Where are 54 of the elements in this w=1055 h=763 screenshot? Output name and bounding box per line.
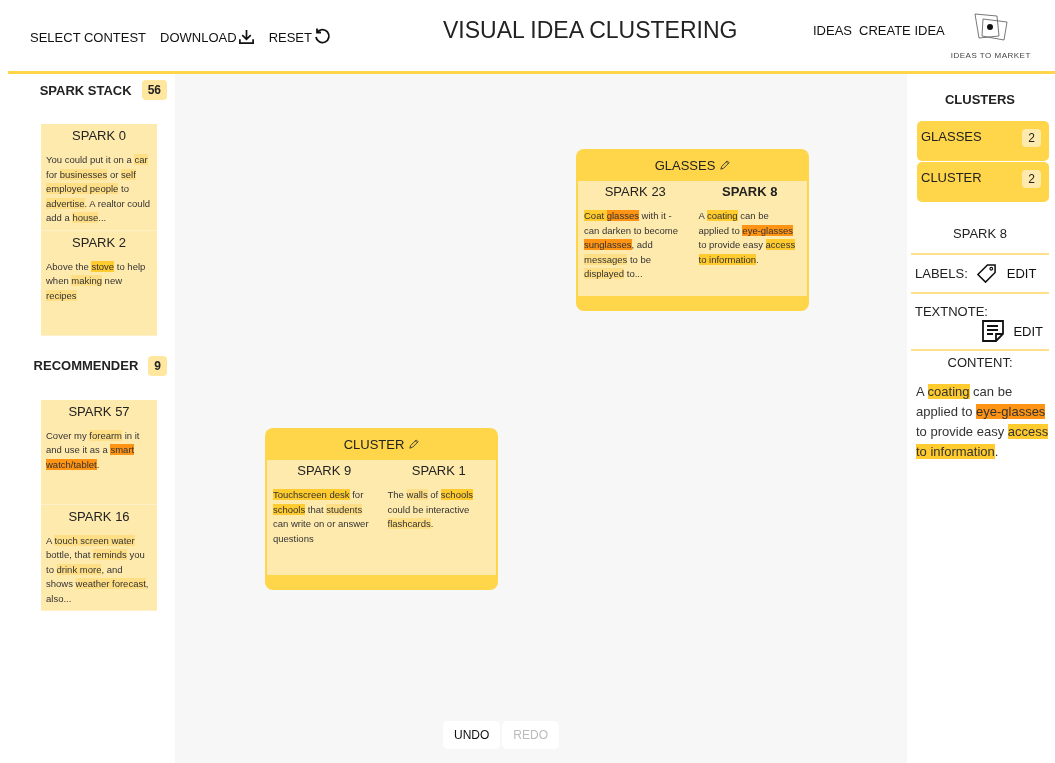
note-icon[interactable] <box>981 319 1006 343</box>
spark-text: A touch screen water bottle, that reminds you to drink more, and shows weather forecast, also... <box>46 533 150 606</box>
cluster-name: CLUSTER <box>921 170 982 185</box>
cluster-card[interactable]: CLUSTER SPARK 9 Touchscreen desk for schools that students can write on or answer questions SPARK 1 The walls of schools could be interactive flashcards. <box>265 428 498 590</box>
spark-text: Coat glasses with it - can darken to become sunglasses, add messages to be displayed to... <box>584 209 679 281</box>
logo-text: IDEAS TO MARKET <box>950 51 1031 60</box>
spark-title[interactable]: SPARK 9 <box>273 463 376 478</box>
tag-icon[interactable] <box>975 263 997 284</box>
spark-title[interactable]: SPARK 1 <box>387 463 490 478</box>
nav-link[interactable]: IDEAS <box>813 23 852 38</box>
section-title: CLUSTERS <box>943 92 1017 107</box>
count-badge: 56 <box>141 80 167 100</box>
section-title: RECOMMENDER <box>33 358 139 373</box>
spark-title: SPARK 0 <box>71 128 127 143</box>
cluster-name: GLASSES <box>654 157 716 173</box>
page-title: VISUAL IDEA CLUSTERING <box>443 17 739 44</box>
field-label: CONTENT: <box>946 355 1014 370</box>
count-badge: 9 <box>148 355 167 376</box>
field-label: TEXTNOTE: <box>915 304 989 319</box>
spark-card[interactable]: SPARK 16 A touch screen water bottle, that reminds you to drink more, and shows weather forecast, also... <box>41 504 157 611</box>
spark-text: Cover my forearm in it and use it as a smart watch/tablet. <box>46 428 141 472</box>
nav-link[interactable]: CREATE IDEA <box>859 23 945 38</box>
section-title: SPARK STACK <box>39 82 132 98</box>
reset-icon <box>312 26 331 45</box>
spark-title: SPARK 57 <box>67 403 131 419</box>
nav-link[interactable]: SELECT CONTEST <box>30 26 147 45</box>
pencil-icon[interactable] <box>408 438 420 450</box>
spark-card[interactable]: SPARK 0 You could put it on a car for businesses or self employed people to advertise. A realtor could add a house... <box>41 124 157 231</box>
nav-link[interactable]: RESET <box>268 26 331 45</box>
spark-text: You could put it on a car for businesses or self employed people to advertise. A realtor could add a house... <box>46 153 152 225</box>
pencil-icon[interactable] <box>719 159 731 171</box>
spark-content: A coating can be applied to eye-glasses to provide easy access to information. <box>916 383 1049 461</box>
cluster-name: GLASSES <box>921 129 982 144</box>
cluster-list-item[interactable]: GLASSES 2 <box>917 121 1049 161</box>
undo-button[interactable]: UNDO <box>443 721 501 749</box>
field-label: LABELS: <box>915 266 968 281</box>
spark-title: SPARK 2 <box>71 234 127 250</box>
nav-link[interactable]: DOWNLOAD <box>160 26 255 45</box>
selected-spark-title: SPARK 8 <box>952 226 1008 241</box>
spark-title: SPARK 16 <box>67 508 131 524</box>
edit-link[interactable]: EDIT <box>1013 323 1043 339</box>
cluster-list-item[interactable]: CLUSTER 2 <box>917 162 1049 202</box>
spark-title[interactable]: SPARK 8 <box>698 184 801 199</box>
spark-card[interactable]: SPARK 57 Cover my forearm in it and use it as a smart watch/tablet. <box>41 399 157 505</box>
count-badge: 2 <box>1022 129 1041 147</box>
count-badge: 2 <box>1022 170 1041 188</box>
spark-card[interactable]: SPARK 2 Above the stove to help when making new recipes <box>41 230 157 336</box>
spark-title[interactable]: SPARK 23 <box>584 184 687 199</box>
edit-link[interactable]: EDIT <box>1006 266 1037 281</box>
spark-text: The walls of schools could be interactive flashcards. <box>387 488 475 531</box>
spark-text: Above the stove to help when making new recipes <box>46 259 147 303</box>
download-icon <box>237 27 255 45</box>
cluster-name: CLUSTER <box>343 436 405 452</box>
spark-text: Touchscreen desk for schools that students can write on or answer questions <box>273 488 370 546</box>
